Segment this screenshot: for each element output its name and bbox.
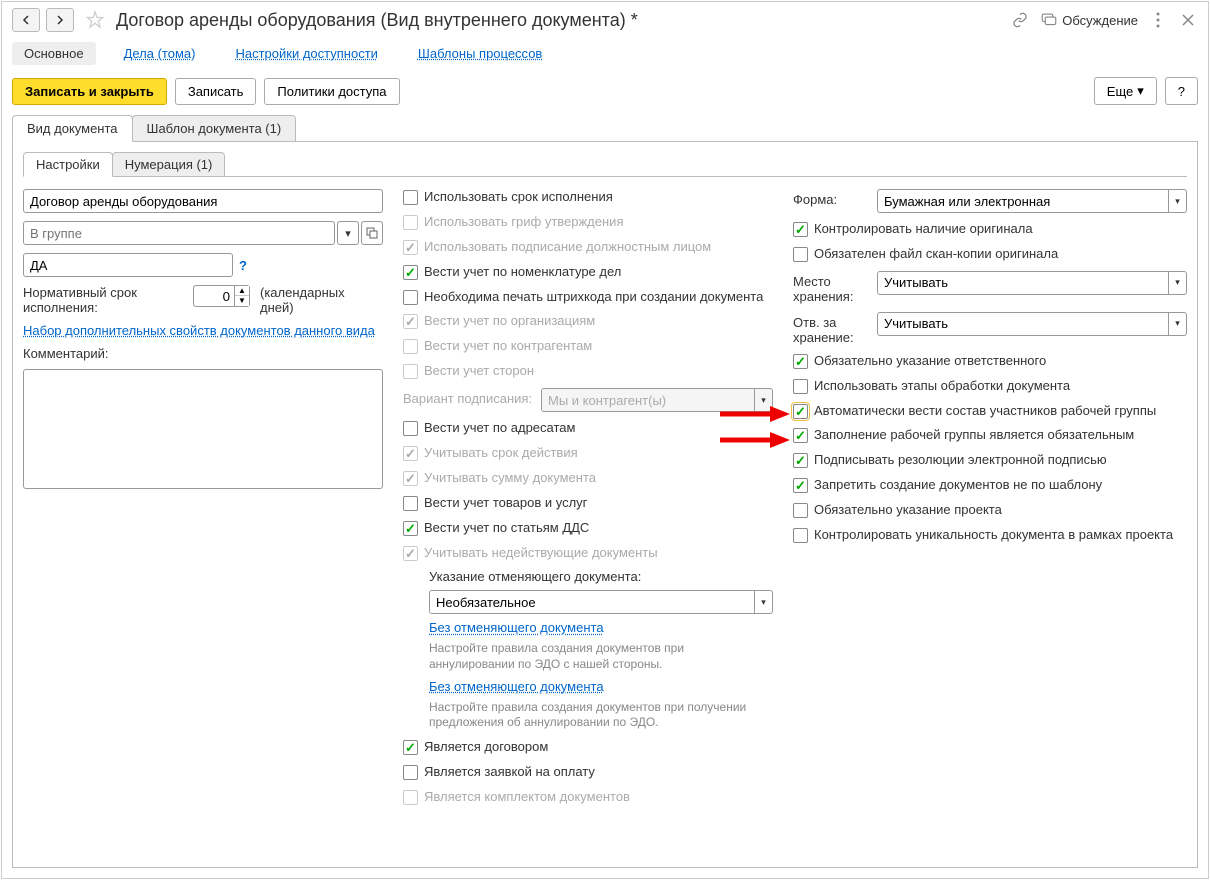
policies-button[interactable]: Политики доступа xyxy=(264,78,399,105)
tab-doc-type[interactable]: Вид документа xyxy=(12,115,133,142)
code-help-icon[interactable]: ? xyxy=(239,258,247,273)
cb-nomenclature[interactable] xyxy=(403,265,418,280)
cb-is-payment[interactable] xyxy=(403,765,418,780)
cb-account-sum xyxy=(403,471,418,486)
cb-by-addressee[interactable] xyxy=(403,421,418,436)
tab-doc-template[interactable]: Шаблон документа (1) xyxy=(132,115,297,142)
cb-use-deadline[interactable] xyxy=(403,190,418,205)
kebab-menu-icon[interactable] xyxy=(1148,10,1168,30)
cb-use-stages[interactable] xyxy=(793,379,808,394)
name-input[interactable] xyxy=(23,189,383,213)
comment-textarea[interactable] xyxy=(23,369,383,489)
nav-forward-button[interactable] xyxy=(46,8,74,32)
favorite-star-icon[interactable] xyxy=(84,9,106,31)
save-button[interactable]: Записать xyxy=(175,78,257,105)
cb-is-contract[interactable] xyxy=(403,740,418,755)
cb-project-required[interactable] xyxy=(793,503,808,518)
cb-unique-in-project[interactable] xyxy=(793,528,808,543)
cb-account-validity xyxy=(403,446,418,461)
nav-dela[interactable]: Дела (тома) xyxy=(112,42,208,65)
inner-tab-settings[interactable]: Настройки xyxy=(23,152,113,177)
cancel-link-1[interactable]: Без отменяющего документа xyxy=(429,620,773,635)
cancel-doc-dropdown-icon[interactable]: ▾ xyxy=(755,590,773,614)
cb-use-signing xyxy=(403,240,418,255)
chevron-down-icon: ▾ xyxy=(1137,83,1144,99)
spin-up-icon[interactable]: ▲ xyxy=(235,286,249,296)
cb-goods-services[interactable] xyxy=(403,496,418,511)
code-input[interactable] xyxy=(23,253,233,277)
nav-back-button[interactable] xyxy=(12,8,40,32)
cb-auto-workgroup[interactable] xyxy=(793,404,808,419)
save-close-button[interactable]: Записать и закрыть xyxy=(12,78,167,105)
cb-account-inactive xyxy=(403,546,418,561)
resp-storage-dropdown-icon[interactable]: ▾ xyxy=(1169,312,1187,336)
sign-variant-select xyxy=(541,388,755,412)
cb-use-grif xyxy=(403,215,418,230)
nav-main[interactable]: Основное xyxy=(12,42,96,65)
form-select[interactable] xyxy=(877,189,1169,213)
group-open-icon[interactable] xyxy=(361,221,383,245)
page-title: Договор аренды оборудования (Вид внутрен… xyxy=(116,10,1004,31)
form-dropdown-icon[interactable]: ▾ xyxy=(1169,189,1187,213)
norm-value-input[interactable] xyxy=(193,285,235,307)
help-button[interactable]: ? xyxy=(1165,77,1198,105)
storage-dropdown-icon[interactable]: ▾ xyxy=(1169,271,1187,295)
norm-unit: (календарных дней) xyxy=(260,285,350,315)
cb-resp-required[interactable] xyxy=(793,354,808,369)
comment-label: Комментарий: xyxy=(23,346,383,361)
nav-access[interactable]: Настройки доступности xyxy=(223,42,389,65)
close-icon[interactable] xyxy=(1178,10,1198,30)
norm-label: Нормативный срок исполнения: xyxy=(23,285,183,315)
resp-storage-label: Отв. за хранение: xyxy=(793,312,869,345)
cb-by-org xyxy=(403,314,418,329)
storage-label: Место хранения: xyxy=(793,271,869,304)
cb-by-dds[interactable] xyxy=(403,521,418,536)
cancel-doc-label: Указание отменяющего документа: xyxy=(429,569,773,584)
cb-is-docset xyxy=(403,790,418,805)
cb-workgroup-required[interactable] xyxy=(793,428,808,443)
group-input[interactable] xyxy=(23,221,335,245)
cb-barcode[interactable] xyxy=(403,290,418,305)
props-link[interactable]: Набор дополнительных свойств документов … xyxy=(23,323,383,338)
cancel-link-2[interactable]: Без отменяющего документа xyxy=(429,679,773,694)
cancel-hint-1: Настройте правила создания документов пр… xyxy=(429,641,773,672)
cancel-hint-2: Настройте правила создания документов пр… xyxy=(429,700,773,731)
group-dropdown-icon[interactable]: ▾ xyxy=(337,221,359,245)
more-button[interactable]: Еще ▾ xyxy=(1094,77,1157,105)
resp-storage-select[interactable] xyxy=(877,312,1169,336)
sign-variant-label: Вариант подписания: xyxy=(403,388,533,406)
cb-scan-required[interactable] xyxy=(793,247,808,262)
form-label: Форма: xyxy=(793,189,869,207)
cb-template-only[interactable] xyxy=(793,478,808,493)
discuss-button[interactable]: Обсуждение xyxy=(1040,11,1138,29)
sign-variant-dropdown-icon: ▾ xyxy=(755,388,773,412)
cb-by-counter xyxy=(403,339,418,354)
inner-tab-numbering[interactable]: Нумерация (1) xyxy=(112,152,226,177)
cb-control-original[interactable] xyxy=(793,222,808,237)
cancel-doc-select[interactable] xyxy=(429,590,755,614)
spin-down-icon[interactable]: ▼ xyxy=(235,296,249,306)
nav-templates[interactable]: Шаблоны процессов xyxy=(406,42,554,65)
cb-sign-resolution[interactable] xyxy=(793,453,808,468)
link-icon[interactable] xyxy=(1010,10,1030,30)
storage-select[interactable] xyxy=(877,271,1169,295)
cb-by-sides xyxy=(403,364,418,379)
